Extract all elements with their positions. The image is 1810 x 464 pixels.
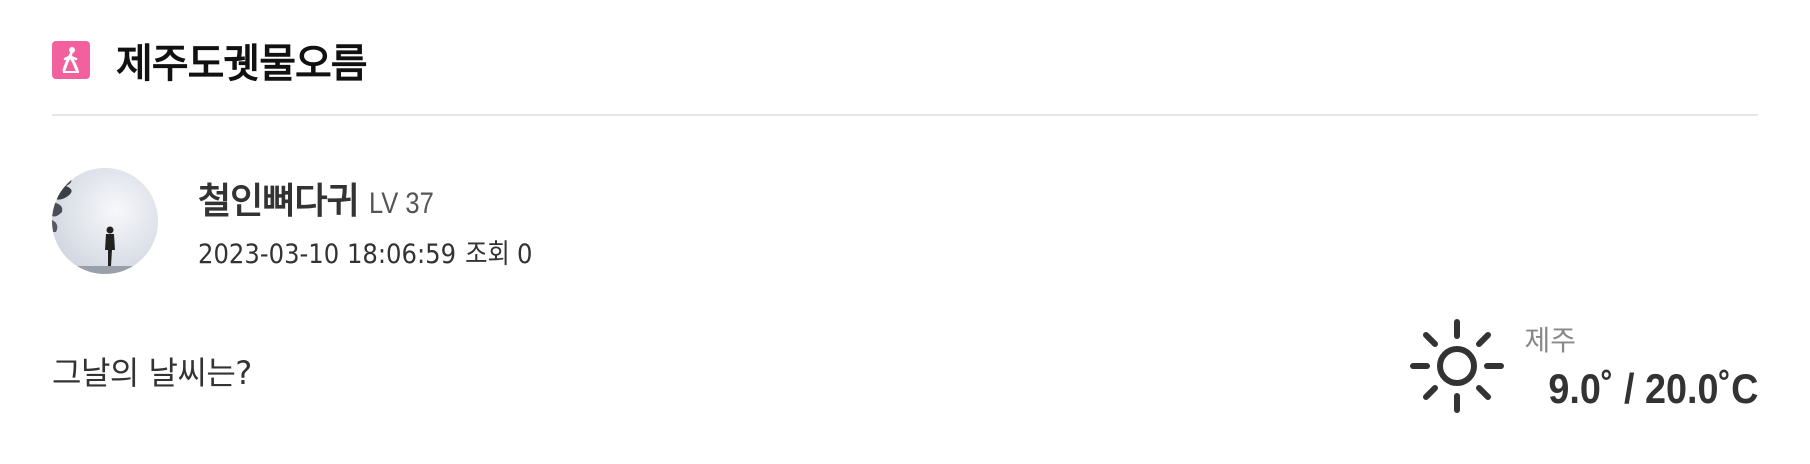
avatar[interactable] (52, 168, 158, 274)
author-info: 철인뼈다귀 LV 37 2023-03-10 18:06:59 조회 0 (198, 172, 570, 271)
views-count: 0 (517, 238, 533, 270)
weather-info: 제주 9.0˚ / 20.0˚C (1525, 319, 1758, 413)
post-meta: 2023-03-10 18:06:59 조회 0 (198, 232, 532, 271)
post-datetime: 2023-03-10 18:06:59 (198, 238, 457, 270)
page-title: 제주도궷물오름 (116, 41, 368, 87)
weather-widget: 제주 9.0˚ / 20.0˚C (1409, 318, 1758, 414)
views-label: 조회 (465, 238, 510, 270)
author-name[interactable]: 철인뼈다귀 (198, 172, 360, 224)
weather-temperature: 9.0˚ / 20.0˚C (1547, 365, 1758, 412)
author-block: 철인뼈다귀 LV 37 2023-03-10 18:06:59 조회 0 (52, 168, 570, 274)
author-line: 철인뼈다귀 LV 37 (198, 172, 570, 224)
post-header: 제주도궷물오름 (52, 30, 1758, 116)
sun-icon (1409, 318, 1505, 414)
post-page: 제주도궷물오름 철인뼈다귀 LV 37 2023-03-10 18:06:59 … (0, 0, 1810, 464)
author-level: LV 37 (368, 186, 434, 220)
weather-location: 제주 (1524, 324, 1577, 357)
walking-person-icon (52, 41, 90, 79)
weather-question: 그날의 날씨는? (52, 354, 252, 392)
